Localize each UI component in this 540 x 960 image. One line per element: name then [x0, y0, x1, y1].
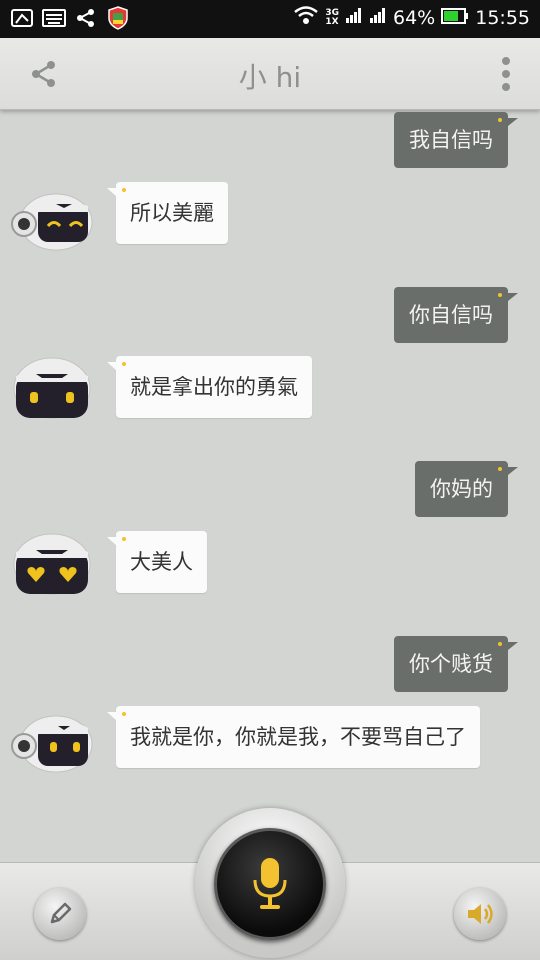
network-type: 3G 1X: [325, 8, 339, 27]
robot-avatar[interactable]: [10, 354, 94, 424]
message-text: 我就是你，你就是我，不要骂自己了: [130, 725, 466, 749]
speaker-icon: [468, 904, 493, 924]
robot-avatar[interactable]: [10, 530, 94, 600]
speaker-toggle-button[interactable]: [454, 888, 506, 940]
microphone-icon: [253, 858, 287, 909]
message-text: 你妈的: [430, 477, 493, 501]
wifi-icon: [293, 5, 319, 30]
overflow-menu-button[interactable]: [498, 56, 514, 92]
voice-input-button[interactable]: [214, 828, 326, 940]
signal-icon-2: [369, 6, 387, 29]
message-bubble-bot[interactable]: 所以美麗: [107, 182, 228, 244]
message-text: 你自信吗: [409, 303, 493, 327]
signal-icon: [345, 6, 363, 29]
message-text: 我自信吗: [409, 128, 493, 152]
app-header: 小 hi: [0, 38, 540, 110]
system-status: 3G 1X 64% 15:55: [293, 5, 530, 30]
chat-list[interactable]: 我自信吗 所以美麗 你自信吗 就是拿出你的勇氣 你妈的 大美人 你个贱货 我就是…: [0, 110, 540, 862]
overflow-menu-icon: [502, 57, 510, 91]
page-title: 小 hi: [238, 61, 302, 94]
clock: 15:55: [475, 6, 530, 29]
message-bubble-bot[interactable]: 大美人: [107, 531, 207, 593]
notification-icons: [10, 6, 130, 30]
share-icon: [74, 7, 98, 29]
keyboard-icon: [42, 7, 66, 29]
pencil-icon: [50, 902, 72, 924]
network-type-bottom: 1X: [325, 16, 339, 27]
message-text: 你个贱货: [409, 652, 493, 676]
keyboard-input-button[interactable]: [34, 888, 86, 940]
robot-avatar[interactable]: [10, 706, 94, 776]
message-bubble-user[interactable]: 你妈的: [415, 461, 518, 517]
message-bubble-bot[interactable]: 我就是你，你就是我，不要骂自己了: [107, 706, 480, 768]
message-text: 所以美麗: [130, 201, 214, 225]
battery-icon: [441, 7, 469, 29]
message-bubble-user[interactable]: 你个贱货: [394, 636, 518, 692]
status-bar: 3G 1X 64% 15:55: [0, 0, 540, 38]
battery-percent: 64%: [393, 6, 436, 29]
message-text: 大美人: [130, 550, 193, 574]
message-bubble-user[interactable]: 你自信吗: [394, 287, 518, 343]
message-bubble-user[interactable]: 我自信吗: [394, 112, 518, 168]
shield-icon: [106, 6, 130, 30]
message-text: 就是拿出你的勇氣: [130, 375, 298, 399]
image-icon: [10, 7, 34, 29]
robot-avatar[interactable]: [10, 182, 94, 252]
message-bubble-bot[interactable]: 就是拿出你的勇氣: [107, 356, 312, 418]
